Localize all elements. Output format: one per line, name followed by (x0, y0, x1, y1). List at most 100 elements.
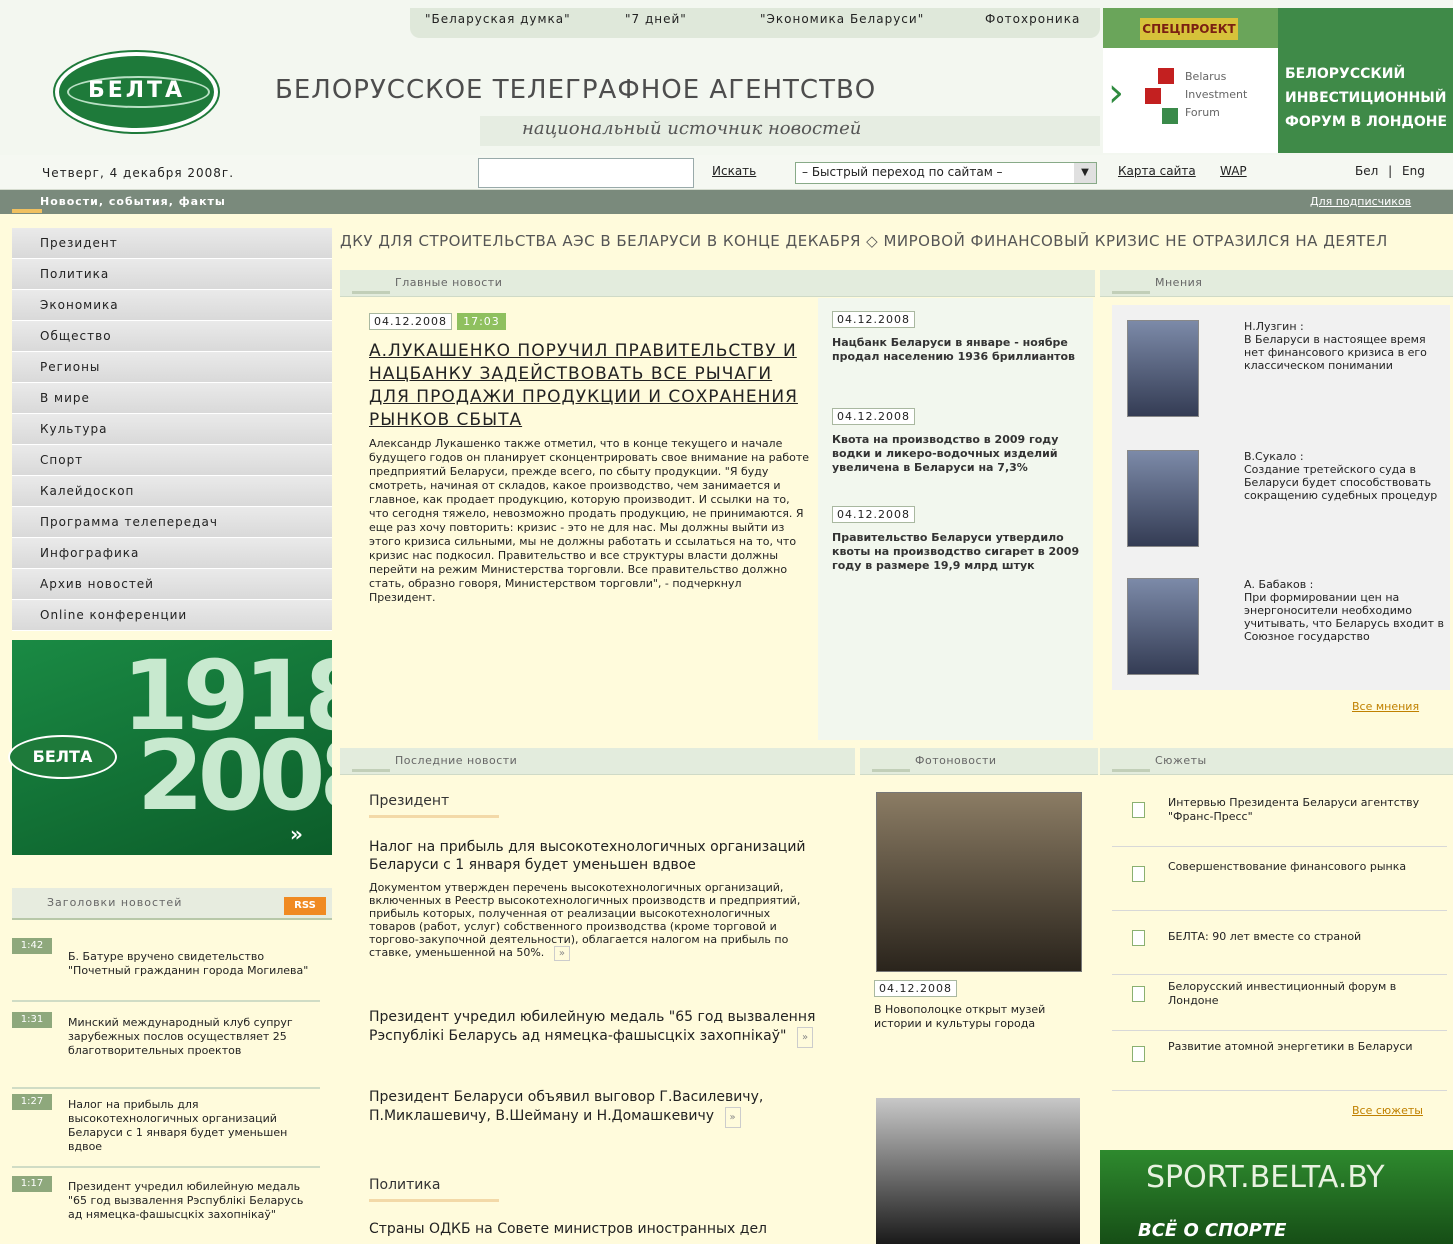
nav-item-online-conferences[interactable]: Online конференции (12, 600, 332, 631)
top-link-belarus-dumka[interactable]: "Беларуская думка" (425, 12, 571, 26)
subscribers-link[interactable]: Для подписчиков (1310, 195, 1411, 208)
nav-item-regions[interactable]: Регионы (12, 352, 332, 383)
opinion-photo[interactable] (1127, 450, 1199, 547)
story-text[interactable]: Совершенствование финансового рынка (1168, 860, 1438, 874)
document-icon (1132, 930, 1145, 946)
sport-subtitle: ВСЁ О СПОРТЕ (1138, 1220, 1287, 1241)
lang-eng-link[interactable]: Eng (1402, 164, 1425, 178)
opinion-item[interactable]: Н.Лузгин : В Беларуси в настоящее время … (1244, 320, 1449, 372)
wap-link[interactable]: WAP (1220, 164, 1247, 178)
nav-item-infographics[interactable]: Инфографика (12, 538, 332, 569)
heading-text[interactable]: Налог на прибыль для высокотехнологичных… (68, 1098, 318, 1154)
nav-item-archive[interactable]: Архив новостей (12, 569, 332, 600)
latest-news-item[interactable]: Президент Беларуси объявил выговор Г.Вас… (369, 1088, 839, 1128)
photo-museum[interactable] (876, 792, 1082, 972)
nav-item-society[interactable]: Общество (12, 321, 332, 352)
agency-title: БЕЛОРУССКОЕ ТЕЛЕГРАФНОЕ АГЕНТСТВО (275, 75, 877, 105)
side-news-item[interactable]: 04.12.2008 Квота на производство в 2009 … (832, 405, 1082, 475)
story-text[interactable]: Белорусский инвестиционный форум в Лондо… (1168, 980, 1438, 1008)
promo-arrow-icon[interactable]: » (290, 822, 303, 846)
latest-news-text[interactable]: Президент учредил юбилейную медаль "65 г… (369, 1009, 815, 1044)
story-item[interactable]: БЕЛТА: 90 лет вместе со страной (1112, 914, 1447, 975)
latest-news-item[interactable]: Президент учредил юбилейную медаль "65 г… (369, 1008, 839, 1048)
lang-bel-link[interactable]: Бел (1355, 164, 1378, 178)
opinion-item[interactable]: А. Бабаков : При формировании цен на эне… (1244, 578, 1449, 643)
latest-news-item[interactable]: Страны ОДКБ на Совете министров иностран… (369, 1220, 839, 1239)
latest-lead-headline[interactable]: Налог на прибыль для высокотехнологичных… (369, 838, 839, 874)
banner-arrow-icon: › (1108, 70, 1124, 116)
story-item[interactable]: Совершенствование финансового рынка (1112, 850, 1447, 911)
story-item[interactable]: Интервью Президента Беларуси агентству "… (1112, 786, 1447, 847)
quick-jump-select[interactable]: – Быстрый переход по сайтам – ▼ (795, 162, 1097, 184)
story-item[interactable]: Белорусский инвестиционный форум в Лондо… (1112, 970, 1447, 1031)
stories-title: Сюжеты (1155, 754, 1207, 767)
latest-news-text[interactable]: Президент Беларуси объявил выговор Г.Вас… (369, 1089, 763, 1124)
side-news-text[interactable]: Нацбанк Беларуси в январе - ноябре прода… (832, 336, 1082, 364)
document-icon (1132, 866, 1145, 882)
heading-item[interactable]: 1:31 Минский международный клуб супруг з… (12, 1012, 320, 1089)
chevron-down-icon[interactable]: ▼ (1074, 163, 1096, 183)
all-opinions-link[interactable]: Все мнения (1352, 700, 1419, 713)
news-ticker[interactable]: ДКУ ДЛЯ СТРОИТЕЛЬСТВА АЭС В БЕЛАРУСИ В К… (340, 232, 1453, 260)
opinion-text[interactable]: В Беларуси в настоящее время нет финансо… (1244, 333, 1449, 372)
lead-text: Александр Лукашенко также отметил, что в… (369, 437, 810, 604)
nav-item-kaleidoscope[interactable]: Калейдоскоп (12, 476, 332, 507)
opinion-text[interactable]: При формировании цен на энергоносители н… (1244, 591, 1449, 643)
banner-text: БЕЛОРУССКИЙ ИНВЕСТИЦИОННЫЙ ФОРУМ В ЛОНДО… (1285, 62, 1447, 134)
side-news-text[interactable]: Правительство Беларуси утвердило квоты н… (832, 531, 1082, 573)
story-text[interactable]: Интервью Президента Беларуси агентству "… (1168, 796, 1438, 824)
banner-line: БЕЛОРУССКИЙ (1285, 66, 1406, 82)
nav-item-politics[interactable]: Политика (12, 259, 332, 290)
opinion-photo[interactable] (1127, 320, 1199, 417)
category-politics[interactable]: Политика (369, 1177, 440, 1193)
forum-logo-square (1162, 108, 1178, 124)
search-input[interactable] (478, 158, 694, 188)
nav-item-world[interactable]: В мире (12, 383, 332, 414)
forum-logo-square (1145, 88, 1161, 104)
heading-time: 1:27 (12, 1094, 52, 1110)
top-link-7-dney[interactable]: "7 дней" (625, 12, 687, 26)
opinion-photo[interactable] (1127, 578, 1199, 675)
latest-lead-text: Документом утвержден перечень высокотехн… (369, 881, 819, 961)
heading-text[interactable]: Минский международный клуб супруг зарубе… (68, 1016, 318, 1058)
photo-news-header: Фотоновости (860, 748, 1098, 775)
story-text[interactable]: БЕЛТА: 90 лет вместе со страной (1168, 930, 1438, 944)
opinion-item[interactable]: В.Сукало : Создание третейского суда в Б… (1244, 450, 1449, 502)
category-president[interactable]: Президент (369, 793, 449, 809)
opinion-text[interactable]: Создание третейского суда в Беларуси буд… (1244, 463, 1449, 502)
heading-item[interactable]: 1:27 Налог на прибыль для высокотехнолог… (12, 1094, 320, 1168)
nav-item-tv-program[interactable]: Программа телепередач (12, 507, 332, 538)
top-link-photo[interactable]: Фотохроника (985, 12, 1080, 26)
nav-item-culture[interactable]: Культура (12, 414, 332, 445)
heading-item[interactable]: 1:17 Президент учредил юбилейную медаль … (12, 1176, 320, 1242)
opinion-author: А. Бабаков : (1244, 578, 1314, 591)
side-news-text[interactable]: Квота на производство в 2009 году водки … (832, 433, 1082, 475)
photo-caption[interactable]: В Новополоцке открыт музей истории и кул… (874, 1003, 1084, 1031)
heading-item[interactable]: 1:42 Б. Батуре вручено свидетельство "По… (12, 938, 320, 1002)
nav-item-economy[interactable]: Экономика (12, 290, 332, 321)
heading-text[interactable]: Президент учредил юбилейную медаль "65 г… (68, 1180, 318, 1222)
belta-logo[interactable]: БЕЛТА (55, 52, 218, 132)
heading-text[interactable]: Б. Батуре вручено свидетельство "Почетны… (68, 950, 318, 978)
more-arrow-icon[interactable]: » (724, 1107, 741, 1128)
rss-button[interactable]: RSS (284, 897, 326, 915)
side-news-item[interactable]: 04.12.2008 Нацбанк Беларуси в январе - н… (832, 308, 1082, 364)
story-item[interactable]: Развитие атомной энергетики в Беларуси (1112, 1030, 1447, 1091)
lead-headline[interactable]: А.ЛУКАШЕНКО ПОРУЧИЛ ПРАВИТЕЛЬСТВУ И НАЦБ… (369, 340, 809, 432)
document-icon (1132, 802, 1145, 818)
document-icon (1132, 1046, 1145, 1062)
nav-item-president[interactable]: Президент (12, 228, 332, 259)
photo-cow[interactable] (876, 1098, 1080, 1244)
more-arrow-icon[interactable]: » (796, 1027, 814, 1048)
more-arrow-icon[interactable]: » (553, 946, 570, 961)
top-link-economy[interactable]: "Экономика Беларуси" (760, 12, 924, 26)
nav-item-sport[interactable]: Спорт (12, 445, 332, 476)
sitemap-link[interactable]: Карта сайта (1118, 164, 1196, 178)
story-text[interactable]: Развитие атомной энергетики в Беларуси (1168, 1040, 1438, 1054)
opinions-title: Мнения (1155, 276, 1203, 289)
side-news-item[interactable]: 04.12.2008 Правительство Беларуси утверд… (832, 503, 1082, 573)
sidebar-nav: Президент Политика Экономика Общество Ре… (12, 228, 332, 631)
search-button[interactable]: Искать (712, 164, 756, 178)
photo-date-value: 04.12.2008 (874, 980, 957, 997)
all-stories-link[interactable]: Все сюжеты (1352, 1104, 1423, 1117)
